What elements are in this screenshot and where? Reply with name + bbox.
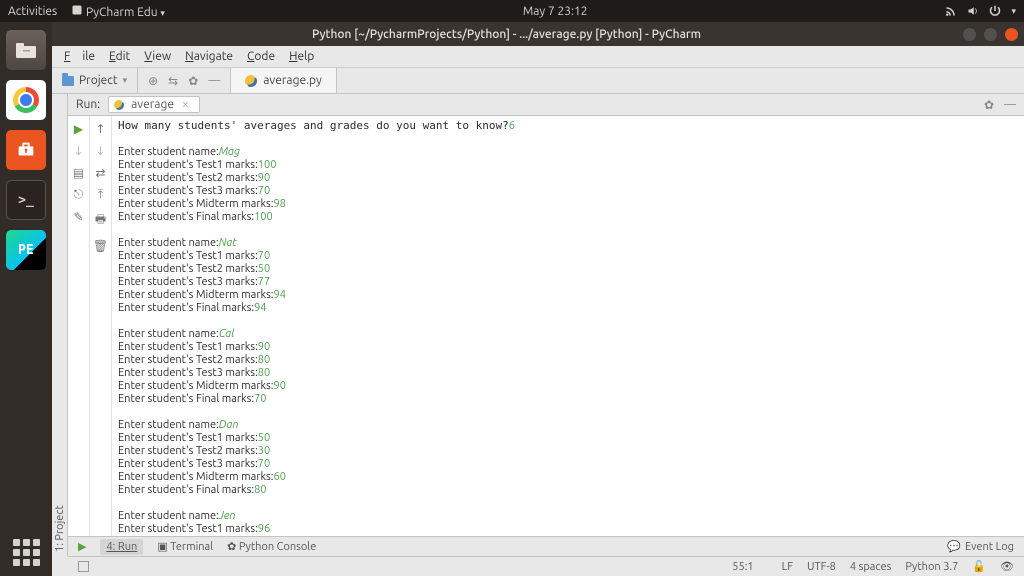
gear-icon[interactable]: ✿ [984,98,994,112]
project-tools: ⊕ ⇆ ✿ — [138,68,231,93]
status-indent[interactable]: 4 spaces [850,561,892,573]
hide-icon[interactable]: — [208,74,220,87]
menu-view[interactable]: View [138,48,177,65]
left-stripe: 1: Project [52,94,68,556]
run-config-tab[interactable]: average × [108,96,200,113]
gnome-top-bar: Activities PyCharm Edu May 7 23:12 ▾ [0,0,1024,22]
status-bar: 55:1 LF UTF-8 4 spaces Python 3.7 🔓 👁 [68,556,1024,576]
event-log-button[interactable]: 💬 Event Log [947,540,1014,553]
console-output[interactable]: How many students' averages and grades d… [112,116,1024,536]
project-toolwindow-button[interactable]: Project ▾ [52,68,138,93]
filter-icon[interactable]: ⎋ [74,188,84,202]
run-toolwindow: ▶ ↓ ▤ ⎋ ✎ ↑ ↓ ⇄ ⤒ 🖶 🗑 How many students'… [68,116,1024,536]
files-icon [15,41,37,59]
stripe-project-button[interactable]: 1: Project [54,94,66,556]
status-eol[interactable]: LF [782,561,793,573]
dock-files[interactable] [6,30,46,70]
main-menu-bar: File Edit View Navigate Code Help [52,46,1024,68]
pycharm-menu-icon [71,4,83,16]
network-icon [945,5,957,17]
toolwindow-python-console[interactable]: ✿ Python Console [227,540,316,553]
appmenu-label: PyCharm Edu [86,6,158,19]
window-maximize[interactable] [984,28,997,41]
project-toolwindow-label: Project [79,74,118,87]
system-tray[interactable]: ▾ [945,5,1016,17]
bottom-stripe: ▶ 4: Run ▣ Terminal ✿ Python Console 💬 E… [68,536,1024,556]
scroll-icon[interactable]: ⤒ [98,188,103,202]
gear-icon[interactable]: ✿ [188,74,198,88]
dock-pycharm[interactable]: PE [6,230,46,270]
status-toolwindows-icon[interactable] [78,561,89,572]
menu-help[interactable]: Help [283,48,320,65]
dock-software[interactable] [6,130,46,170]
folder-icon [62,76,74,86]
status-caret-pos[interactable]: 55:1 [732,561,753,573]
dock-chrome[interactable] [6,80,46,120]
launcher-dock: PE [0,22,52,576]
run-config-name: average [131,98,174,111]
pin-icon[interactable]: ✎ [73,210,83,224]
activities-button[interactable]: Activities [8,5,57,18]
collapse-icon[interactable]: ⇆ [168,74,178,88]
dock-terminal[interactable] [6,180,46,220]
toolwindow-terminal[interactable]: ▣ Terminal [157,540,213,553]
run-second-gutter: ↑ ↓ ⇄ ⤒ 🖶 🗑 [90,116,112,536]
dock-show-apps[interactable] [13,539,40,566]
power-icon [989,5,1001,17]
editor-tabs-row: Project ▾ ⊕ ⇆ ✿ — average.py [52,68,1024,94]
stop-icon[interactable]: ↓ [73,144,83,158]
window-close[interactable] [1005,28,1018,41]
python-file-icon [245,75,257,87]
window-titlebar: Python [~/PycharmProjects/Python] - .../… [52,22,1024,46]
software-icon [15,139,37,161]
run-label: Run: [76,98,100,111]
tab-average-py[interactable]: average.py [231,68,337,93]
up-icon[interactable]: ↑ [95,122,105,136]
rerun-icon[interactable]: ▶ [74,122,83,136]
menu-file[interactable]: File [58,48,101,65]
pycharm-window: Python [~/PycharmProjects/Python] - .../… [52,22,1024,576]
volume-icon [967,5,979,17]
chevron-down-icon: ▾ [1011,6,1016,17]
print-icon[interactable]: 🖶 [95,210,106,231]
run-left-gutter: ▶ ↓ ▤ ⎋ ✎ [68,116,90,536]
layout-icon[interactable]: ▤ [73,166,84,180]
status-readonly-icon[interactable]: 🔓 [972,560,986,573]
trash-icon[interactable]: 🗑 [93,239,108,253]
window-title: Python [~/PycharmProjects/Python] - .../… [58,28,955,41]
chrome-icon [13,87,39,113]
locate-icon[interactable]: ⊕ [148,74,158,88]
run-header: Run: average × ✿ — [68,94,1024,116]
hide-icon[interactable]: — [1004,98,1016,112]
close-icon[interactable]: × [182,98,189,111]
chevron-down-icon: ▾ [123,75,128,86]
softwrap-icon[interactable]: ⇄ [95,166,105,180]
menu-code[interactable]: Code [241,48,281,65]
tab-label: average.py [263,74,322,87]
status-interpreter[interactable]: Python 3.7 [905,561,958,573]
status-hector-icon[interactable]: 👁 [1000,560,1014,573]
menu-edit[interactable]: Edit [103,48,136,65]
run-indicator-icon: ▶ [78,540,86,553]
status-encoding[interactable]: UTF-8 [807,561,836,573]
window-minimize[interactable] [963,28,976,41]
clock[interactable]: May 7 23:12 [165,5,946,18]
down-icon[interactable]: ↓ [95,144,105,158]
appmenu-pycharm[interactable]: PyCharm Edu [71,4,165,19]
menu-navigate[interactable]: Navigate [179,48,239,65]
toolwindow-run[interactable]: 4: Run [100,539,143,555]
